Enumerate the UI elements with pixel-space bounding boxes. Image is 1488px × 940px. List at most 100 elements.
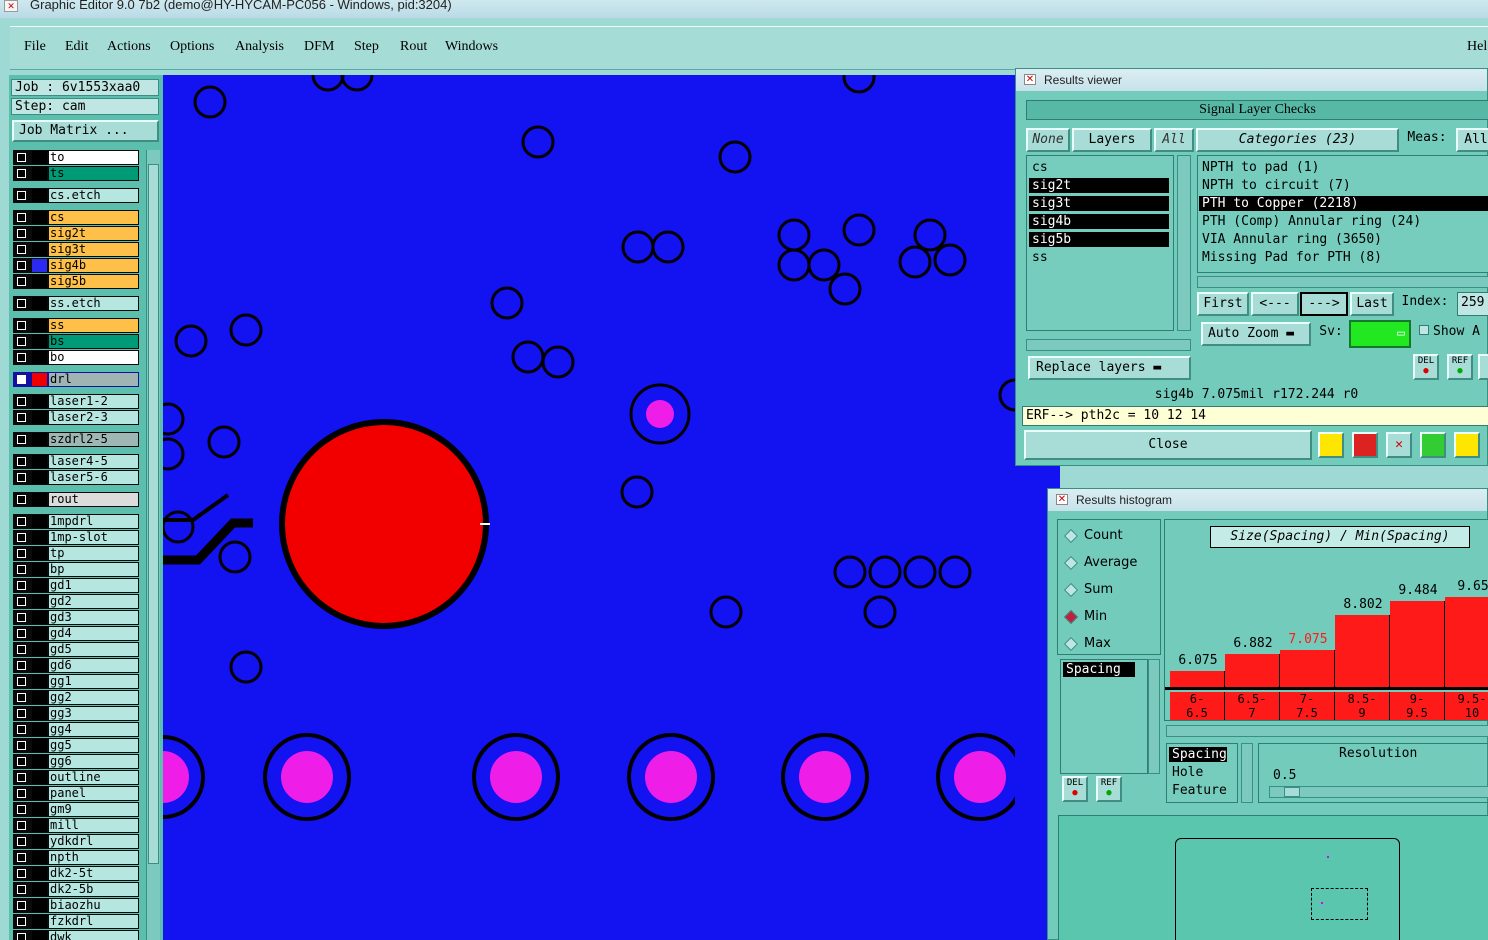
layer-color-swatch[interactable] [32, 851, 47, 864]
layer-row-ts[interactable]: ts [13, 166, 139, 181]
layer-color-swatch[interactable] [32, 243, 47, 256]
layer-checkbox[interactable] [17, 757, 26, 766]
layer-color-swatch[interactable] [32, 803, 47, 816]
layer-row-outline[interactable]: outline [13, 770, 139, 785]
layer-color-swatch[interactable] [32, 915, 47, 928]
category-item[interactable]: VIA Annular ring (3650) [1199, 232, 1488, 247]
histogram-bar[interactable] [1280, 650, 1335, 687]
layer-name[interactable]: sig5b [49, 275, 138, 288]
layer-item[interactable]: ss [1029, 250, 1169, 265]
layer-row-bp[interactable]: bp [13, 562, 139, 577]
layer-name[interactable]: to [49, 151, 138, 164]
next-button[interactable]: ---> [1300, 292, 1348, 316]
layer-row-dk2-5b[interactable]: dk2-5b [13, 882, 139, 897]
layer-checkbox[interactable] [17, 277, 26, 286]
mode-radio-average[interactable]: Average [1063, 555, 1137, 570]
layer-color-swatch[interactable] [32, 531, 47, 544]
layer-row-cs.etch[interactable]: cs.etch [13, 188, 139, 203]
layer-checkbox[interactable] [17, 709, 26, 718]
layer-row-mill[interactable]: mill [13, 818, 139, 833]
layer-checkbox[interactable] [17, 169, 26, 178]
layer-row-bs[interactable]: bs [13, 334, 139, 349]
layer-color-swatch[interactable] [32, 411, 47, 424]
layer-color-swatch[interactable] [32, 335, 47, 348]
hist-del-button[interactable]: DEL ● [1062, 776, 1088, 802]
layer-row-panel[interactable]: panel [13, 786, 139, 801]
layer-row-gg3[interactable]: gg3 [13, 706, 139, 721]
auto-zoom-menu[interactable]: Auto Zoom ▬ [1201, 322, 1311, 346]
first-button[interactable]: First [1197, 292, 1249, 316]
layer-name[interactable]: laser5-6 [49, 471, 138, 484]
type-item[interactable]: Spacing [1063, 662, 1135, 677]
layer-name[interactable]: gm9 [49, 803, 138, 816]
mode-radio-sum[interactable]: Sum [1063, 582, 1113, 597]
layer-checkbox[interactable] [17, 677, 26, 686]
layer-name[interactable]: gg4 [49, 723, 138, 736]
layer-row-laser2-3[interactable]: laser2-3 [13, 410, 139, 425]
layer-row-bo[interactable]: bo [13, 350, 139, 365]
layer-name[interactable]: ss [49, 319, 138, 332]
layer-name[interactable]: sig4b [49, 259, 138, 272]
layer-name[interactable]: tp [49, 547, 138, 560]
layer-checkbox[interactable] [17, 933, 26, 940]
layer-name[interactable]: laser4-5 [49, 455, 138, 468]
layer-color-swatch[interactable] [32, 611, 47, 624]
layer-color-swatch[interactable] [32, 471, 47, 484]
layer-checkbox[interactable] [17, 597, 26, 606]
menu-actions[interactable]: Actions [107, 39, 151, 55]
layer-color-swatch[interactable] [32, 691, 47, 704]
tool-icon-2[interactable] [1352, 432, 1378, 458]
layer-color-swatch[interactable] [32, 151, 47, 164]
histogram-bar[interactable] [1445, 597, 1488, 687]
layer-row-gd4[interactable]: gd4 [13, 626, 139, 641]
layer-item[interactable]: sig3t [1029, 196, 1169, 211]
layer-color-swatch[interactable] [32, 547, 47, 560]
layer-row-sig2t[interactable]: sig2t [13, 226, 139, 241]
extra-button[interactable] [1478, 354, 1488, 380]
layer-color-swatch[interactable] [32, 189, 47, 202]
layer-color-swatch[interactable] [32, 227, 47, 240]
layer-row-laser1-2[interactable]: laser1-2 [13, 394, 139, 409]
layer-name[interactable]: gd1 [49, 579, 138, 592]
layer-checkbox[interactable] [17, 353, 26, 362]
layer-row-gd2[interactable]: gd2 [13, 594, 139, 609]
group-by-list[interactable]: Spacing Hole Feature [1166, 743, 1238, 803]
category-item[interactable]: PTH to Copper (2218) [1199, 196, 1488, 211]
resolution-slider[interactable] [1269, 786, 1488, 798]
layer-name[interactable]: gd4 [49, 627, 138, 640]
close-button[interactable]: Close [1024, 430, 1312, 460]
type-list-scrollbar[interactable] [1148, 659, 1160, 774]
tool-icon-5[interactable] [1454, 432, 1480, 458]
layer-row-ss[interactable]: ss [13, 318, 139, 333]
layer-checkbox[interactable] [17, 837, 26, 846]
layer-name[interactable]: bp [49, 563, 138, 576]
layer-row-ydkdrl[interactable]: ydkdrl [13, 834, 139, 849]
layer-name[interactable]: dk2-5b [49, 883, 138, 896]
sv-color-button[interactable]: ▭ [1349, 320, 1411, 348]
category-item[interactable]: NPTH to circuit (7) [1199, 178, 1488, 193]
category-item[interactable]: NPTH to pad (1) [1199, 160, 1488, 175]
layer-checkbox[interactable] [17, 789, 26, 798]
layer-row-laser5-6[interactable]: laser5-6 [13, 470, 139, 485]
layer-checkbox[interactable] [17, 693, 26, 702]
layer-checkbox[interactable] [17, 153, 26, 162]
layer-color-swatch[interactable] [32, 351, 47, 364]
layer-color-swatch[interactable] [32, 433, 47, 446]
layer-checkbox[interactable] [17, 917, 26, 926]
layer-color-swatch[interactable] [32, 297, 47, 310]
menu-options[interactable]: Options [170, 39, 214, 55]
layer-name[interactable]: 1mpdrl [49, 515, 138, 528]
index-input[interactable]: 259 [1457, 292, 1488, 316]
layer-checkbox[interactable] [17, 565, 26, 574]
layer-checkbox[interactable] [17, 413, 26, 422]
layer-name[interactable]: cs.etch [49, 189, 138, 202]
replace-layers-menu[interactable]: Replace layers ▬ [1028, 356, 1191, 380]
layer-name[interactable]: gg3 [49, 707, 138, 720]
menu-file[interactable]: File [24, 39, 46, 55]
layer-name[interactable]: gd3 [49, 611, 138, 624]
layer-item[interactable]: cs [1029, 160, 1169, 175]
layer-color-swatch[interactable] [32, 373, 47, 386]
layer-color-swatch[interactable] [32, 211, 47, 224]
layers-list-scrollbar[interactable] [1177, 155, 1191, 331]
layer-row-biaozhu[interactable]: biaozhu [13, 898, 139, 913]
